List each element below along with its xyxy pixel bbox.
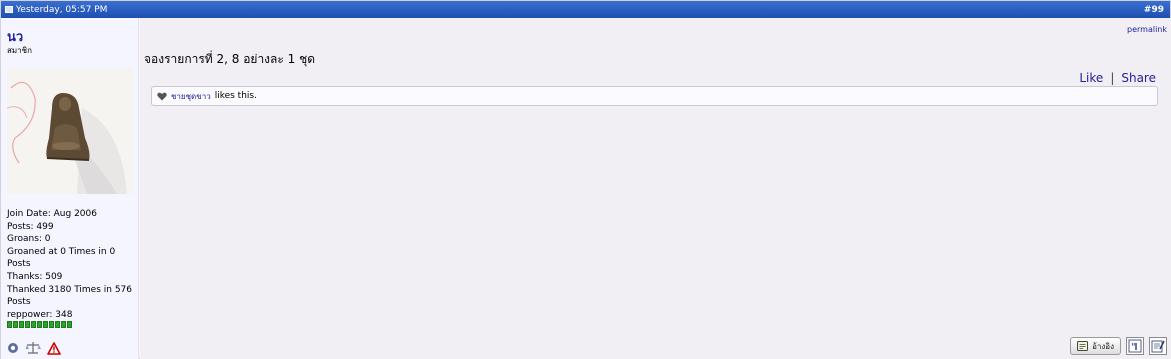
reputation-segment [31,321,36,328]
quote-label: อ้างอิง [1092,341,1114,351]
likes-box: ชายชุดขาว likes this. [151,86,1158,106]
reputation-segment [49,321,54,328]
action-separator: | [1110,71,1115,85]
liker-username-link[interactable]: ชายชุดขาว [171,90,211,103]
reputation-bar [7,321,72,328]
reppower: reppower: 348 [7,309,73,320]
user-stats: Join Date: Aug 2006 Posts: 499 Groans: 0… [7,208,135,321]
report-warning-icon[interactable] [47,341,61,355]
post-number-link[interactable]: #99 [1144,5,1164,15]
quick-reply-button[interactable] [1149,337,1167,355]
groans-count: Groans: 0 [7,234,51,245]
quick-reply-icon [1151,340,1165,353]
likes-text: likes this. [214,91,257,101]
quote-icon [1077,340,1089,351]
post-date: Yesterday, 05:57 PM [16,4,108,15]
forum-post: Yesterday, 05:57 PM #99 นว สมาชิก Join D… [0,0,1171,359]
join-date: Join Date: Aug 2006 [7,209,97,219]
reputation-scale-icon[interactable] [25,341,41,355]
post-buttons: อ้างอิง " [1070,337,1167,355]
reputation-segment [25,321,30,328]
like-link[interactable]: Like [1079,71,1103,85]
permalink-link[interactable]: permalink [1127,25,1167,34]
amulet-image [7,68,133,194]
user-sidebar: นว สมาชิก Join Date: Aug 2006 Posts: 499… [1,18,139,359]
groaned-count: Groaned at 0 Times in 0 Posts [7,246,116,270]
reputation-segment [7,321,12,328]
post-header: Yesterday, 05:57 PM #99 [1,1,1170,18]
reputation-segment [43,321,48,328]
thanks-count: Thanks: 509 [7,271,63,282]
reputation-segment [13,321,18,328]
user-action-icons [7,341,61,355]
reputation-segment [19,321,24,328]
quote-button[interactable]: อ้างอิง [1070,337,1121,355]
reputation-segment [61,321,66,328]
thanked-count: Thanked 3180 Times in 576 Posts [7,284,133,308]
svg-text:": " [1131,342,1136,353]
post-icon [5,6,13,13]
post-date-group: Yesterday, 05:57 PM [5,5,107,15]
heart-icon [157,92,167,101]
user-title: สมาชิก [7,46,32,55]
share-link[interactable]: Share [1121,71,1156,85]
post-content-area: permalink จองรายการที่ 2, 8 อย่างละ 1 ชุ… [140,18,1171,359]
offline-status-icon [7,342,19,354]
post-message: จองรายการที่ 2, 8 อย่างละ 1 ชุด [144,52,316,66]
social-actions: Like | Share [1079,71,1156,85]
reputation-segment [37,321,42,328]
user-avatar[interactable] [7,68,133,194]
reputation-segment [55,321,60,328]
multiquote-button[interactable]: " [1126,337,1144,355]
post-count: Posts: 499 [7,221,54,232]
reputation-segment [67,321,72,328]
multiquote-icon: " [1128,339,1142,353]
